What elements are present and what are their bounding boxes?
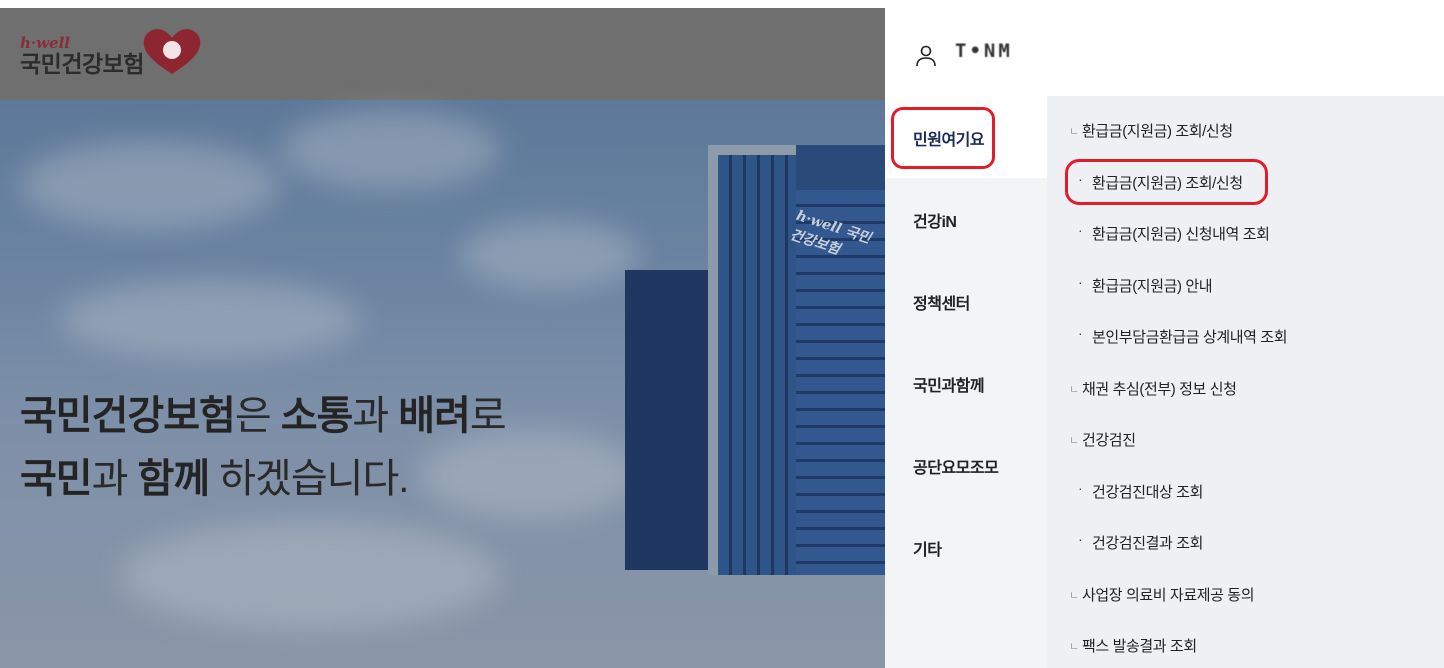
heart-logo-icon (143, 29, 201, 74)
submenu-marker: · (1078, 222, 1083, 238)
submenu-list: ㄴ 환급금(지원금) 조회/신청 · 환급금(지원금) 조회/신청 · 환급금(지원금) … (1047, 96, 1444, 668)
logo-name-text: 국민건강보험 (20, 51, 144, 77)
submenu-marker: ㄴ (1069, 383, 1079, 396)
submenu-group-item[interactable]: ㄴ 채권 추심(전부) 정보 신청 (1047, 378, 1427, 406)
submenu-label: 팩스 발송결과 조회 (1082, 638, 1197, 655)
submenu-group-item[interactable]: ㄴ 환급금(지원금) 조회/신청 (1047, 120, 1427, 148)
submenu-marker: · (1078, 531, 1083, 547)
category-label: 국민과함께 (913, 378, 985, 395)
hero-slogan-line-1: 국민건강보험은 소통과 배려로 (20, 383, 507, 441)
submenu-marker: ㄴ (1069, 435, 1079, 447)
category-label: 공단요모조모 (913, 460, 999, 477)
submenu-label: 환급금(지원금) 신청내역 조회 (1092, 226, 1270, 243)
hero-text-segment: 과 (91, 457, 138, 501)
submenu-link-item[interactable]: · 건강검진결과 조회 (1047, 531, 1427, 560)
submenu-link-item[interactable]: · 본인부담금환급금 상계내역 조회 (1047, 325, 1427, 354)
hero-text-segment: 은 (234, 394, 281, 438)
submenu-label: 건강검진 (1082, 432, 1136, 449)
submenu-marker: ㄴ (1069, 589, 1079, 602)
hero-text-segment: 과 (352, 394, 399, 438)
submenu-link-item[interactable]: · 환급금(지원금) 조회/신청 (1047, 170, 1427, 200)
category-item[interactable]: 공단요모조모 (885, 424, 1047, 506)
hero-slogan-line-2: 국민과 함께 하겠습니다. (20, 446, 409, 504)
hero-text-segment: 국민건강보험 (20, 394, 236, 438)
background-page: h·well 국민건강보험 h·well 국민건강보험 국민건강보험은 소통과 … (0, 0, 885, 668)
hero-text-segment: 로 (469, 394, 507, 438)
category-list: 민원여기요건강iN 정책센터국민과함께공단요모조모기타 (885, 96, 1047, 668)
hero-text-segment: 소통 (280, 394, 354, 438)
category-label: 건강iN (913, 214, 957, 231)
submenu-label: 환급금(지원금) 조회/신청 (1082, 123, 1233, 140)
category-item[interactable]: 정책센터 (885, 260, 1047, 342)
submenu-marker: · (1078, 170, 1083, 187)
submenu-link-item[interactable]: · 환급금(지원금) 신청내역 조회 (1047, 222, 1427, 251)
logo-hwell-text: h·well (20, 34, 70, 52)
category-item[interactable]: 민원여기요 (885, 96, 1047, 178)
submenu-label: 사업장 의료비 자료제공 동의 (1082, 586, 1255, 604)
submenu-label: 건강검진결과 조회 (1092, 535, 1203, 552)
site-logo[interactable]: h·well 국민건강보험 (20, 29, 201, 78)
submenu-group-item[interactable]: ㄴ 팩스 발송결과 조회 (1047, 635, 1427, 663)
menu-panel: T•NM 민원여기요 건강iN 정책센터 국민과함께 공단요모조모 기타 ㄴ 환급금(지원금… (885, 0, 1444, 668)
submenu-label: 채권 추심(전부) 정보 신청 (1082, 380, 1237, 398)
hero-text-segment: 함께 (137, 457, 211, 501)
category-label: 민원여기요 (913, 132, 985, 149)
submenu-marker: ㄴ (1069, 641, 1079, 653)
hero-text-segment: 하겠습니다. (209, 457, 409, 501)
category-label: 기타 (913, 542, 942, 559)
category-label: 정책센터 (913, 296, 970, 313)
submenu-label: 환급금(지원금) 조회/신청 (1092, 174, 1243, 192)
user-name[interactable]: T•NM (955, 40, 1013, 62)
submenu-link-item[interactable]: · 환급금(지원금) 안내 (1047, 273, 1427, 303)
hero-text-segment: 국민 (20, 457, 93, 501)
site-header: h·well 국민건강보험 (0, 8, 885, 100)
submenu-label: 환급금(지원금) 안내 (1092, 277, 1213, 295)
menu-topbar: T•NM (885, 0, 1444, 96)
hero-text-segment: 배려 (398, 394, 471, 438)
submenu-group-item[interactable]: ㄴ 사업장 의료비 자료제공 동의 (1047, 584, 1427, 612)
submenu-marker: · (1078, 273, 1083, 290)
category-item[interactable]: 건강iN (885, 178, 1047, 260)
category-item[interactable]: 기타 (885, 506, 1047, 588)
submenu-link-item[interactable]: · 건강검진대상 조회 (1047, 479, 1427, 509)
submenu-marker: · (1078, 325, 1083, 341)
submenu-marker: · (1078, 479, 1083, 496)
building-left-wing (625, 270, 720, 570)
submenu-marker: ㄴ (1069, 126, 1079, 138)
building-facade (708, 145, 796, 575)
category-item[interactable]: 국민과함께 (885, 342, 1047, 424)
user-icon[interactable] (915, 45, 937, 67)
submenu-group-item[interactable]: ㄴ 건강검진 (1047, 429, 1427, 457)
submenu-label: 본인부담금환급금 상계내역 조회 (1092, 329, 1288, 346)
submenu-label: 건강검진대상 조회 (1092, 483, 1203, 501)
